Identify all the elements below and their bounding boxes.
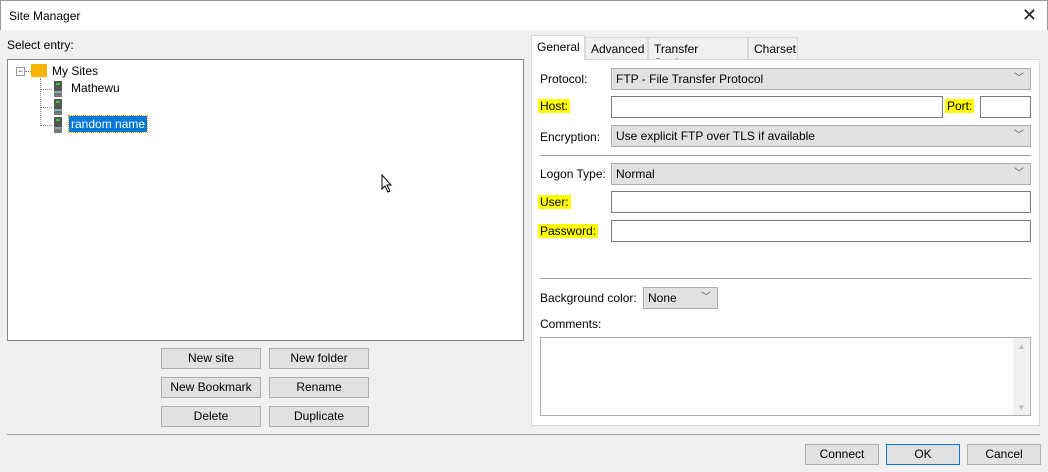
rename-button[interactable]: Rename [269,377,369,398]
host-input[interactable] [611,96,943,118]
close-icon[interactable]: ✕ [1022,5,1037,26]
cancel-button[interactable]: Cancel [967,444,1041,465]
password-label: Password: [538,224,599,238]
tree-item-mathewu[interactable]: Mathewu [71,81,120,95]
password-input[interactable] [611,220,1031,242]
select-entry-label: Select entry: [7,38,74,52]
port-input[interactable] [980,96,1031,118]
delete-button[interactable]: Delete [161,406,261,427]
folder-icon [31,64,47,77]
protocol-value: FTP - File Transfer Protocol [616,72,764,86]
new-site-button[interactable]: New site [161,348,261,369]
tab-charset[interactable]: Charset [748,37,798,60]
duplicate-button[interactable]: Duplicate [269,406,369,427]
collapse-icon[interactable]: − [16,67,25,76]
comments-label: Comments: [540,317,602,331]
new-folder-button[interactable]: New folder [269,348,369,369]
server-icon [54,81,62,97]
mouse-cursor-icon [381,174,393,193]
site-tree[interactable]: − My Sites Mathewu random name [7,59,524,341]
window-title: Site Manager [9,9,81,23]
tab-transfer-settings[interactable]: Transfer Settings [648,37,748,70]
encryption-label: Encryption: [540,130,601,144]
user-label: User: [538,195,571,209]
connect-button[interactable]: Connect [805,444,879,465]
chevron-down-icon: ﹀ [1014,130,1024,141]
tree-line [40,125,52,126]
background-color-select[interactable]: None ﹀ [643,287,718,309]
divider [540,278,1031,279]
title-bar: Site Manager ✕ [0,0,1048,30]
chevron-down-icon: ﹀ [701,292,711,303]
comments-textarea[interactable] [540,337,1031,416]
tree-line [40,89,52,90]
user-input[interactable] [611,191,1031,213]
logon-type-label: Logon Type: [540,167,606,181]
new-bookmark-button[interactable]: New Bookmark [161,377,261,398]
port-label: Port: [945,99,975,113]
background-color-value: None [648,291,677,305]
encryption-select[interactable]: Use explicit FTP over TLS if available ﹀ [611,125,1031,147]
background-color-label: Background color: [540,291,637,305]
tab-general[interactable]: General [531,35,585,60]
ok-button[interactable]: OK [886,444,960,465]
server-icon [54,99,62,115]
tree-root-my-sites[interactable]: My Sites [52,64,98,78]
logon-type-value: Normal [616,167,655,181]
comments-scrollbar[interactable]: ▲ ▼ [1013,338,1030,415]
protocol-select[interactable]: FTP - File Transfer Protocol ﹀ [611,68,1031,90]
tree-line [40,78,41,126]
server-icon [54,117,62,133]
chevron-down-icon: ﹀ [1014,73,1024,84]
tree-item-random-name[interactable]: random name [67,115,149,133]
tab-advanced[interactable]: Advanced [585,37,648,60]
protocol-label: Protocol: [540,72,588,86]
logon-type-select[interactable]: Normal ﹀ [611,163,1031,185]
chevron-down-icon: ﹀ [1014,168,1024,179]
host-label: Host: [538,99,571,113]
divider [540,155,1031,156]
tree-line [40,107,52,108]
encryption-value: Use explicit FTP over TLS if available [616,129,815,143]
footer-divider [7,434,1040,435]
